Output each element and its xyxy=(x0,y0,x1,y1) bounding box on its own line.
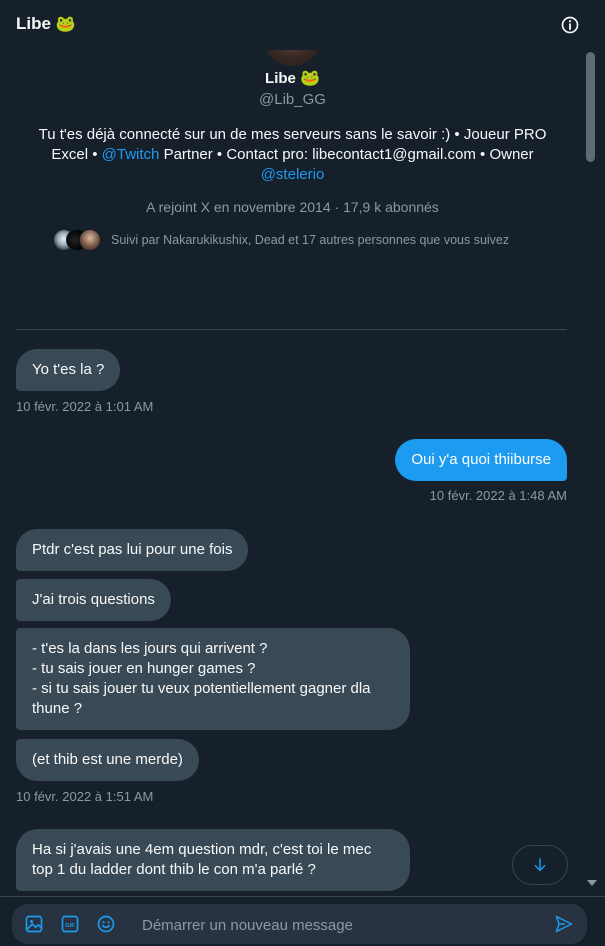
message-incoming[interactable]: (et thib est une merde) xyxy=(16,739,199,781)
gif-button[interactable]: GIF xyxy=(60,914,80,934)
composer-bar: GIF xyxy=(0,896,605,946)
profile-joined-info: A rejoint X en novembre 2014 · 17,9 k ab… xyxy=(146,199,439,215)
jump-to-bottom-button[interactable] xyxy=(512,845,568,885)
scrollbar[interactable] xyxy=(584,38,605,895)
info-icon xyxy=(561,16,579,34)
scrollbar-thumb[interactable] xyxy=(586,52,595,162)
bio-text-2: Partner • Contact pro: libecontact1@gmai… xyxy=(159,146,534,163)
header-title[interactable]: Libe 🐸 xyxy=(16,14,76,34)
image-button[interactable] xyxy=(24,914,44,934)
message-input[interactable] xyxy=(140,904,544,946)
message-incoming-multiline[interactable]: - t'es la dans les jours qui arrivent ? … xyxy=(16,628,410,730)
send-button[interactable] xyxy=(554,914,574,934)
follower-avatar xyxy=(79,229,101,251)
message-timestamp: 10 févr. 2022 à 1:51 AM xyxy=(16,789,154,804)
arrow-down-icon xyxy=(534,858,546,872)
frog-emoji-icon: 🐸 xyxy=(55,16,76,33)
conversation-scroll-area[interactable]: Libe 🐸 @Lib_GG Tu t'es déjà connecté sur… xyxy=(0,0,605,896)
composer: GIF xyxy=(12,904,587,946)
follower-avatars xyxy=(53,229,101,251)
emoji-icon xyxy=(97,915,115,933)
message-timestamp: 10 févr. 2022 à 1:48 AM xyxy=(429,488,567,503)
gif-icon: GIF xyxy=(61,915,79,933)
message-incoming[interactable]: Yo t'es la ? xyxy=(16,349,121,391)
profile-bio: Tu t'es déjà connecté sur un de mes serv… xyxy=(30,125,555,185)
info-button[interactable] xyxy=(560,15,580,35)
message-incoming[interactable]: J'ai trois questions xyxy=(16,579,171,621)
frog-emoji-icon: 🐸 xyxy=(300,70,320,87)
profile-name-text: Libe xyxy=(265,70,296,87)
svg-text:GIF: GIF xyxy=(65,923,75,929)
divider xyxy=(16,329,567,330)
conversation-header: Libe 🐸 xyxy=(0,0,605,50)
profile-name[interactable]: Libe 🐸 xyxy=(0,68,585,88)
image-icon xyxy=(25,915,43,933)
message-incoming[interactable]: Ptdr c'est pas lui pour une fois xyxy=(16,529,249,571)
bio-link-stelerio[interactable]: @stelerio xyxy=(261,166,325,183)
header-title-text: Libe xyxy=(16,14,51,33)
message-incoming[interactable]: Ha si j'avais une 4em question mdr, c'es… xyxy=(16,829,410,891)
message-outgoing[interactable]: Oui y'a quoi thiiburse xyxy=(395,439,567,481)
emoji-button[interactable] xyxy=(96,914,116,934)
send-icon xyxy=(555,915,573,933)
message-line: - tu sais jouer en hunger games ? xyxy=(32,660,256,677)
followed-by-text: Suivi par Nakarukikushix, Dead et 17 aut… xyxy=(111,233,510,247)
message-timestamp: 10 févr. 2022 à 1:01 AM xyxy=(16,399,154,414)
scroll-down-arrow-icon[interactable] xyxy=(587,880,597,886)
message-line: - t'es la dans les jours qui arrivent ? xyxy=(32,640,268,657)
profile-handle[interactable]: @Lib_GG xyxy=(0,91,585,108)
followed-by-link[interactable]: Suivi par Nakarukikushix, Dead et 17 aut… xyxy=(53,228,509,252)
message-line: - si tu sais jouer tu veux potentielleme… xyxy=(32,680,371,717)
bio-link-twitch[interactable]: @Twitch xyxy=(102,146,160,163)
